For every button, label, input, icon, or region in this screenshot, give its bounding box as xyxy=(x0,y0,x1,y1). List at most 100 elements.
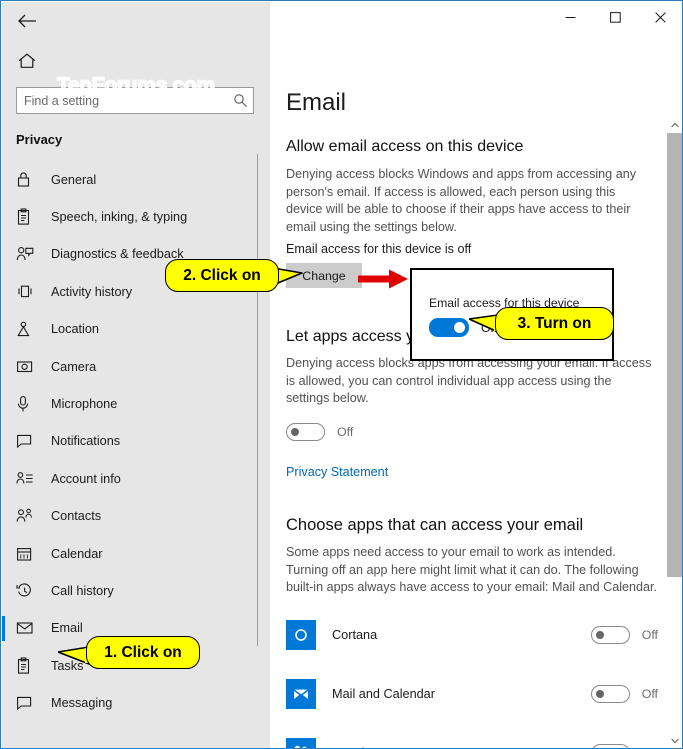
sidebar-item-location[interactable]: Location xyxy=(2,311,270,348)
section-description: Denying access blocks apps from accessin… xyxy=(286,356,652,406)
toggle-knob xyxy=(454,321,465,333)
call-history-icon xyxy=(16,581,42,601)
section-description: Some apps need access to your email to w… xyxy=(286,545,658,595)
sidebar-item-messaging[interactable]: Messaging xyxy=(2,684,270,721)
apps-access-toggle[interactable] xyxy=(286,423,325,441)
app-name: People xyxy=(332,746,591,749)
sidebar-category-title: Privacy xyxy=(16,132,63,147)
maximize-icon xyxy=(610,11,621,23)
lock-icon xyxy=(16,170,42,190)
callout-step-2: 2. Click on xyxy=(165,259,279,292)
search-box[interactable] xyxy=(16,87,254,114)
settings-window: TenForums.com Privacy General Speech, in… xyxy=(0,0,683,749)
app-toggle-state: Off xyxy=(641,686,658,701)
clipboard-pen-icon xyxy=(16,207,42,227)
app-toggle-wrap: Off xyxy=(590,625,658,644)
selection-indicator xyxy=(2,615,5,641)
list-item[interactable]: Mail and Calendar Off xyxy=(286,664,658,723)
app-toggle-wrap: Off xyxy=(590,743,658,749)
sidebar-item-notifications[interactable]: Notifications xyxy=(2,423,270,460)
people-icon xyxy=(286,737,316,748)
section-description: Denying access blocks Windows and apps f… xyxy=(286,167,636,234)
sidebar-item-label: Notifications xyxy=(51,434,121,449)
sidebar-item-call-history[interactable]: Call history xyxy=(2,572,270,609)
person-feedback-icon xyxy=(16,244,42,264)
sidebar-item-label: Microphone xyxy=(51,397,118,412)
callout-step-3: 3. Turn on xyxy=(495,307,614,340)
apps-access-toggle-state: Off xyxy=(337,425,354,439)
account-info-icon xyxy=(16,469,42,489)
mail-envelope-icon xyxy=(286,678,316,709)
app-name: Cortana xyxy=(332,627,378,642)
chevron-down-icon xyxy=(671,738,679,743)
section-heading: Choose apps that can access your email xyxy=(286,516,584,534)
sidebar-item-camera[interactable]: Camera xyxy=(2,348,270,385)
sidebar-item-label: General xyxy=(51,172,97,187)
app-toggle-wrap: Off xyxy=(590,684,658,703)
sidebar-item-label: Account info xyxy=(51,471,121,486)
main-content: Email Allow email access on this device … xyxy=(270,35,682,749)
page-title: Email xyxy=(286,89,347,116)
scrollbar-thumb[interactable] xyxy=(667,133,682,577)
toggle-knob xyxy=(595,630,604,639)
sidebar-item-microphone[interactable]: Microphone xyxy=(2,385,270,422)
sidebar-item-label: Speech, inking, & typing xyxy=(51,210,188,225)
minimize-icon xyxy=(565,16,576,18)
toggle-knob xyxy=(595,689,604,698)
privacy-statement-link[interactable]: Privacy Statement xyxy=(286,465,388,479)
app-toggle[interactable] xyxy=(590,684,630,703)
maximize-button[interactable] xyxy=(593,2,638,32)
sidebar-item-label: Calendar xyxy=(51,546,103,561)
sidebar-item-label: Camera xyxy=(51,359,97,374)
close-button[interactable] xyxy=(638,2,682,32)
sidebar-item-contacts[interactable]: Contacts xyxy=(2,498,270,535)
notification-bubble-icon xyxy=(16,431,42,451)
sidebar-item-label: Messaging xyxy=(51,696,113,711)
chevron-up-icon xyxy=(671,122,679,127)
app-toggle[interactable] xyxy=(590,743,630,748)
search-input[interactable] xyxy=(17,88,227,113)
callout-step-1: 1. Click on xyxy=(86,636,200,669)
section-choose-apps: Choose apps that can access your email S… xyxy=(286,516,664,597)
contacts-icon xyxy=(16,506,42,526)
sidebar-item-label: Location xyxy=(51,322,99,337)
scrollbar-up-arrow[interactable] xyxy=(667,116,682,133)
sidebar-scrollbar[interactable] xyxy=(257,154,258,646)
home-button[interactable] xyxy=(13,48,41,74)
sidebar-item-calendar[interactable]: Calendar xyxy=(2,535,270,572)
back-button[interactable] xyxy=(10,6,44,36)
app-list: Cortana Off Mail and Calendar Off xyxy=(286,605,658,749)
list-item[interactable]: People Off xyxy=(286,723,658,749)
minimize-button[interactable] xyxy=(548,2,593,32)
app-toggle-state: Off xyxy=(642,746,658,749)
list-item[interactable]: Cortana Off xyxy=(286,605,658,664)
device-email-access-toggle[interactable] xyxy=(429,318,469,337)
sidebar-item-label: Activity history xyxy=(51,284,133,299)
scrollbar-track[interactable] xyxy=(667,133,682,732)
location-pin-icon xyxy=(16,319,42,339)
sidebar-item-label: Contacts xyxy=(51,509,102,524)
envelope-icon xyxy=(16,618,42,638)
app-name: Mail and Calendar xyxy=(332,686,435,701)
cortana-circle-icon xyxy=(286,619,316,650)
calendar-icon xyxy=(16,544,42,564)
message-icon xyxy=(16,693,42,713)
apps-access-toggle-row: Off xyxy=(286,423,353,441)
app-toggle[interactable] xyxy=(590,625,630,644)
camera-icon xyxy=(16,357,42,377)
close-icon xyxy=(655,11,666,23)
title-bar xyxy=(270,2,682,35)
search-icon xyxy=(227,93,253,108)
tasks-clipboard-icon xyxy=(16,656,42,676)
back-arrow-icon xyxy=(18,14,36,28)
red-arrow-icon xyxy=(358,269,408,289)
sidebar-item-general[interactable]: General xyxy=(2,161,270,198)
sidebar-item-label: Call history xyxy=(51,583,114,598)
scrollbar-down-arrow[interactable] xyxy=(667,732,682,748)
app-toggle-state: Off xyxy=(641,627,658,642)
home-icon xyxy=(18,53,36,68)
section-allow-email-access: Allow email access on this device Denyin… xyxy=(286,138,658,236)
main-scrollbar[interactable] xyxy=(667,35,682,748)
sidebar-item-speech-inking-typing[interactable]: Speech, inking, & typing xyxy=(2,198,270,235)
sidebar-item-account-info[interactable]: Account info xyxy=(2,460,270,497)
